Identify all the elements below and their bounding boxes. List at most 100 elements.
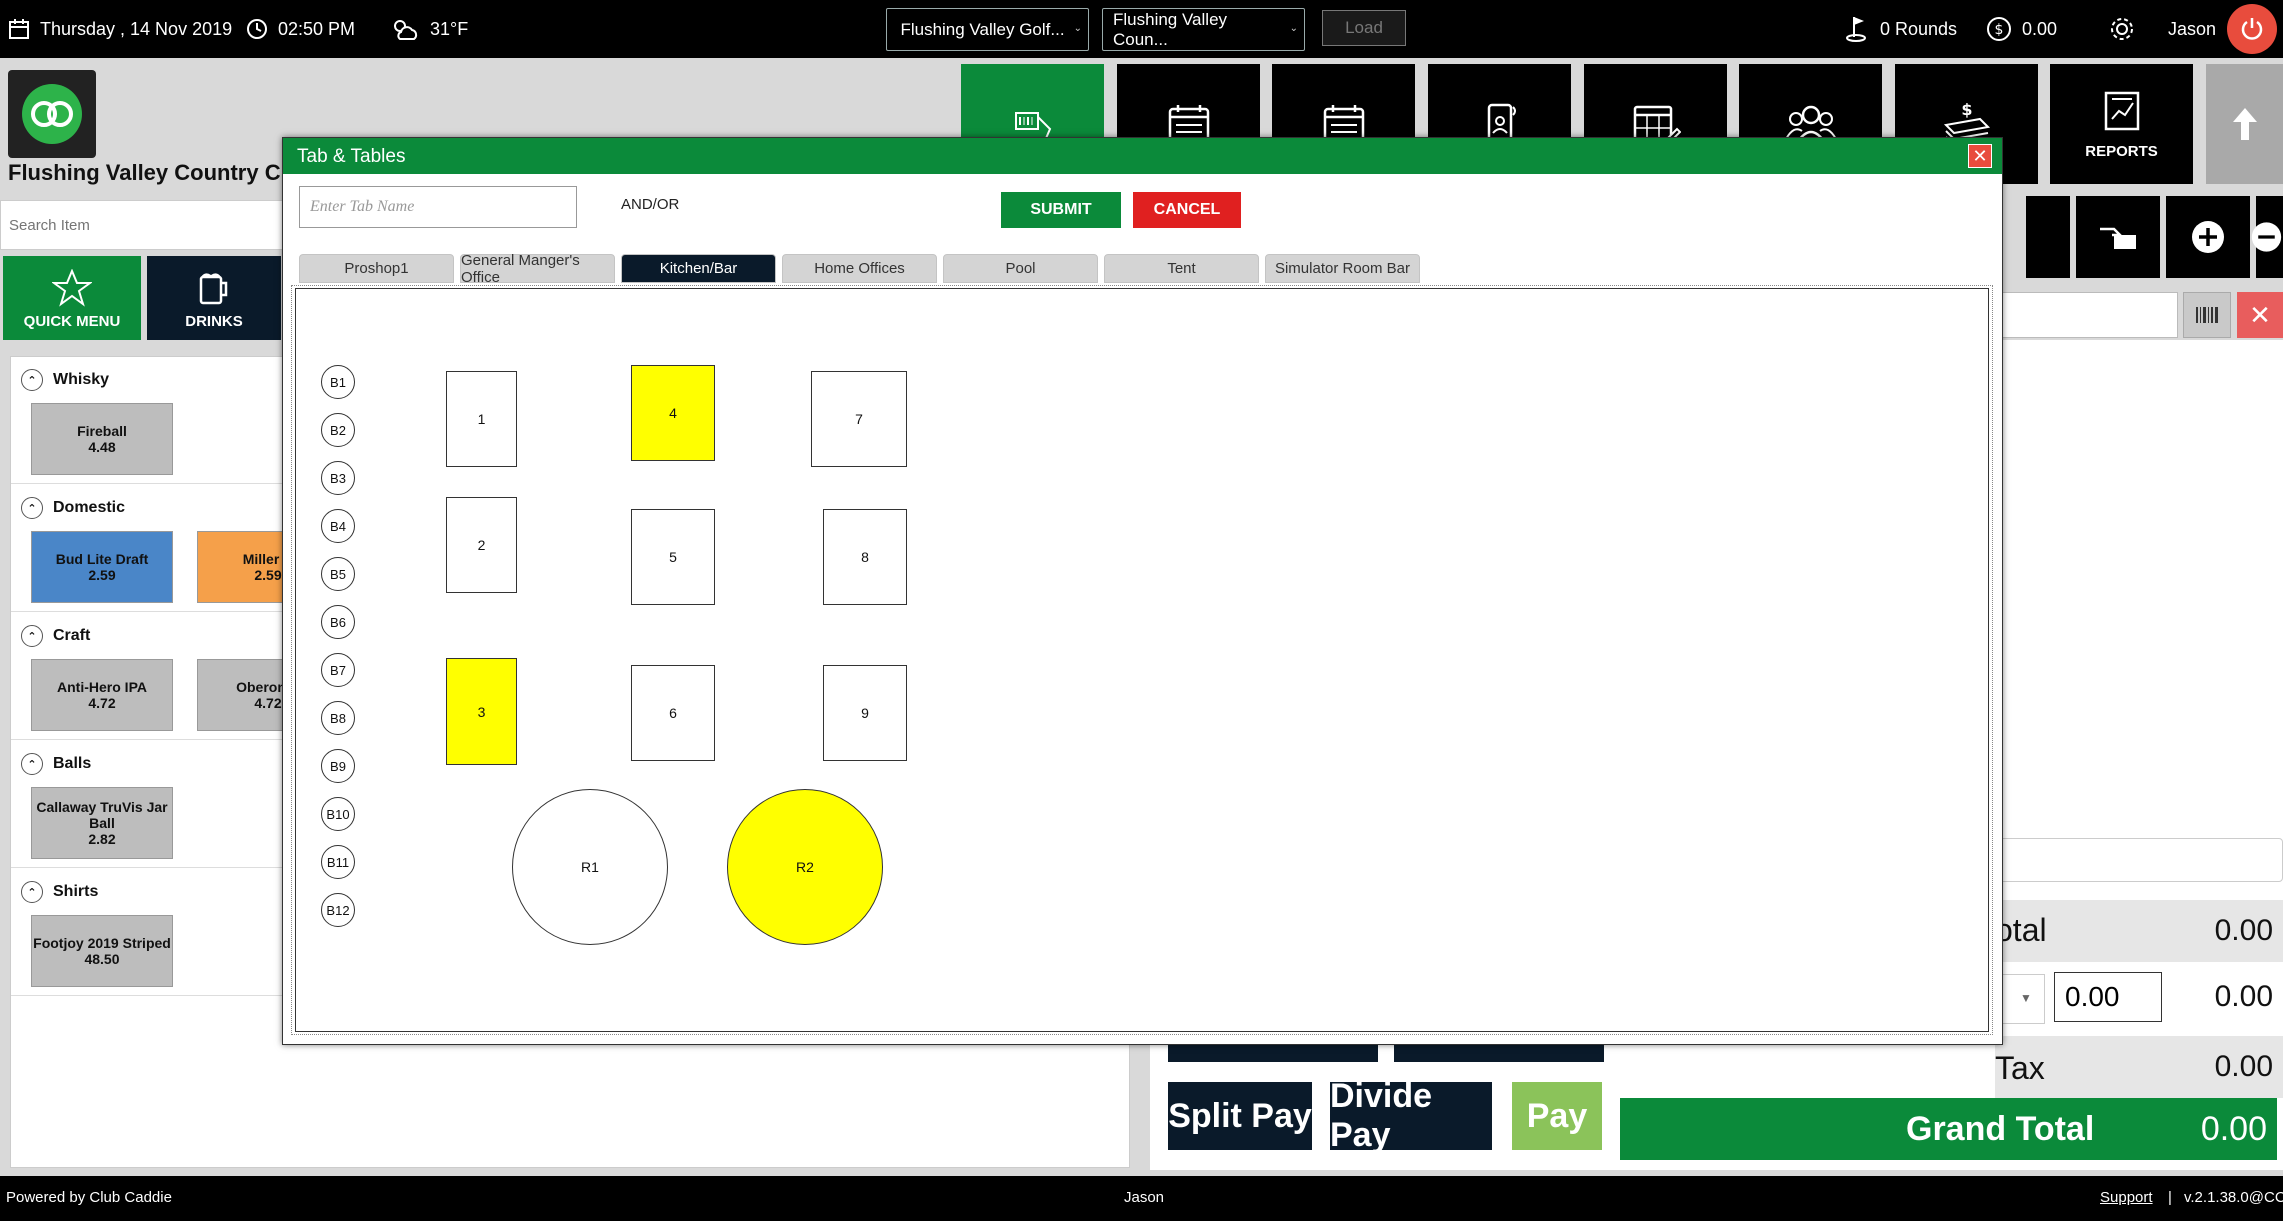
category-quick-menu[interactable]: QUICK MENU — [3, 256, 141, 340]
close-icon: ✕ — [2249, 299, 2271, 330]
table-r1[interactable]: R1 — [512, 789, 668, 945]
item-tile[interactable]: Callaway TruVis Jar Ball 2.82 — [31, 787, 173, 859]
power-button[interactable] — [2227, 4, 2277, 54]
bar-seat-b4[interactable]: B4 — [321, 509, 355, 543]
dialog-title: Tab & Tables — [297, 146, 406, 167]
calendar-icon — [9, 19, 29, 39]
category-label: DRINKS — [185, 313, 243, 330]
decrease-quantity-button[interactable] — [2251, 196, 2283, 278]
bar-seat-b8[interactable]: B8 — [321, 701, 355, 735]
section-shirts[interactable]: ⌃ Shirts — [21, 881, 98, 903]
floor-plan: B1 B2 B3 B4 B5 B6 B7 B8 B9 B10 B11 B12 1… — [295, 288, 1989, 1032]
split-pay-button[interactable]: Split Pay — [1168, 1082, 1312, 1150]
collapse-icon: ⌃ — [21, 753, 43, 775]
subtotal-row: otal 0.00 — [1995, 900, 2283, 962]
room-tab-tent[interactable]: Tent — [1104, 254, 1259, 283]
date-display: Thursday , 14 Nov 2019 — [8, 0, 232, 58]
table-r2[interactable]: R2 — [727, 789, 883, 945]
load-button[interactable]: Load — [1322, 10, 1406, 46]
club-logo — [8, 70, 96, 158]
room-tab-pool[interactable]: Pool — [943, 254, 1098, 283]
section-craft[interactable]: ⌃ Craft — [21, 625, 90, 647]
table-4[interactable]: 4 — [631, 365, 715, 461]
section-title: Balls — [53, 755, 92, 772]
table-7[interactable]: 7 — [811, 371, 907, 467]
pay-button[interactable]: Pay — [1512, 1082, 1602, 1150]
side-button[interactable] — [2026, 196, 2070, 278]
divide-pay-button[interactable]: Divide Pay — [1330, 1077, 1492, 1154]
bar-seat-b3[interactable]: B3 — [321, 461, 355, 495]
bar-seat-b2[interactable]: B2 — [321, 413, 355, 447]
collapse-icon: ⌃ — [21, 881, 43, 903]
section-domestic[interactable]: ⌃ Domestic — [21, 497, 125, 519]
room-tab-kitchen-bar[interactable]: Kitchen/Bar — [621, 254, 776, 283]
section-whisky[interactable]: ⌃ Whisky — [21, 369, 109, 391]
room-tab-simulator-room-bar[interactable]: Simulator Room Bar — [1265, 254, 1420, 283]
table-2[interactable]: 2 — [446, 497, 517, 593]
club-select-value: Flushing Valley Coun... — [1113, 9, 1228, 49]
weather-display: 31°F — [390, 0, 468, 58]
version-text: v.2.1.38.0@CC4 — [2184, 1189, 2283, 1206]
item-price: 4.48 — [88, 439, 116, 455]
chevron-down-icon: ▼ — [2020, 991, 2032, 1005]
submit-button[interactable]: SUBMIT — [1001, 192, 1121, 228]
bar-seat-b1[interactable]: B1 — [321, 365, 355, 399]
category-drinks[interactable]: DRINKS — [147, 256, 281, 340]
bar-seat-b11[interactable]: B11 — [321, 845, 355, 879]
and-or-label: AND/OR — [621, 196, 680, 213]
section-balls[interactable]: ⌃ Balls — [21, 753, 91, 775]
item-name: Fireball — [77, 423, 127, 439]
nav-reports[interactable]: REPORTS — [2050, 64, 2193, 184]
arrow-up-icon — [2232, 108, 2257, 140]
room-tab-proshop1[interactable]: Proshop1 — [299, 254, 454, 283]
table-3[interactable]: 3 — [446, 658, 517, 765]
order-note-field[interactable] — [1995, 838, 2283, 882]
table-6[interactable]: 6 — [631, 665, 715, 761]
clear-search-button[interactable]: ✕ — [2237, 292, 2283, 338]
dialog-close-button[interactable]: ✕ — [1968, 144, 1992, 168]
bar-seat-b6[interactable]: B6 — [321, 605, 355, 639]
footer-separator: | — [2168, 1189, 2172, 1206]
table-8[interactable]: 8 — [823, 509, 907, 605]
collapse-icon: ⌃ — [21, 625, 43, 647]
discount-input[interactable] — [2054, 972, 2162, 1022]
item-tile[interactable]: Bud Lite Draft 2.59 — [31, 531, 173, 603]
table-5[interactable]: 5 — [631, 509, 715, 605]
settings-button[interactable] — [2108, 0, 2146, 58]
bar-seat-b7[interactable]: B7 — [321, 653, 355, 687]
bar-seat-b9[interactable]: B9 — [321, 749, 355, 783]
table-9[interactable]: 9 — [823, 665, 907, 761]
golf-flag-icon — [1846, 17, 1866, 42]
barcode-button[interactable] — [2183, 292, 2231, 338]
collapse-icon: ⌃ — [21, 369, 43, 391]
increase-quantity-button[interactable] — [2166, 196, 2250, 278]
cancel-button[interactable]: CANCEL — [1133, 192, 1241, 228]
grand-total-value: 0.00 — [2200, 1109, 2267, 1148]
search-item-input[interactable] — [0, 200, 300, 250]
user-name[interactable]: Jason — [2168, 0, 2216, 58]
course-select[interactable]: Flushing Valley Golf... ⌄ — [886, 8, 1089, 51]
tax-label: Tax — [1995, 1050, 2045, 1086]
item-tile[interactable]: Anti-Hero IPA 4.72 — [31, 659, 173, 731]
item-name: Callaway TruVis Jar Ball — [36, 799, 168, 831]
course-select-value: Flushing Valley Golf... — [900, 19, 1065, 39]
bar-seat-b5[interactable]: B5 — [321, 557, 355, 591]
tab-name-input[interactable] — [299, 186, 577, 228]
room-tab-home-offices[interactable]: Home Offices — [782, 254, 937, 283]
item-name: Bud Lite Draft — [55, 551, 149, 567]
partly-cloudy-icon — [394, 20, 418, 40]
rounds-text: 0 Rounds — [1880, 18, 1958, 39]
item-tile[interactable]: Footjoy 2019 Striped 48.50 — [31, 915, 173, 987]
order-search-input[interactable] — [1995, 292, 2178, 338]
time-text: 02:50 PM — [278, 18, 356, 39]
bar-seat-b10[interactable]: B10 — [321, 797, 355, 831]
balance-display: $ 0.00 — [1986, 0, 2057, 58]
club-select[interactable]: Flushing Valley Coun... ⌄ — [1102, 8, 1305, 51]
bar-seat-b12[interactable]: B12 — [321, 893, 355, 927]
hand-card-button[interactable] — [2076, 196, 2160, 278]
room-tab-general-managers-office[interactable]: General Manger's Office — [460, 252, 615, 286]
item-tile[interactable]: Fireball 4.48 — [31, 403, 173, 475]
support-link[interactable]: Support — [2100, 1189, 2153, 1206]
table-1[interactable]: 1 — [446, 371, 517, 467]
scroll-up-button[interactable] — [2206, 64, 2283, 184]
